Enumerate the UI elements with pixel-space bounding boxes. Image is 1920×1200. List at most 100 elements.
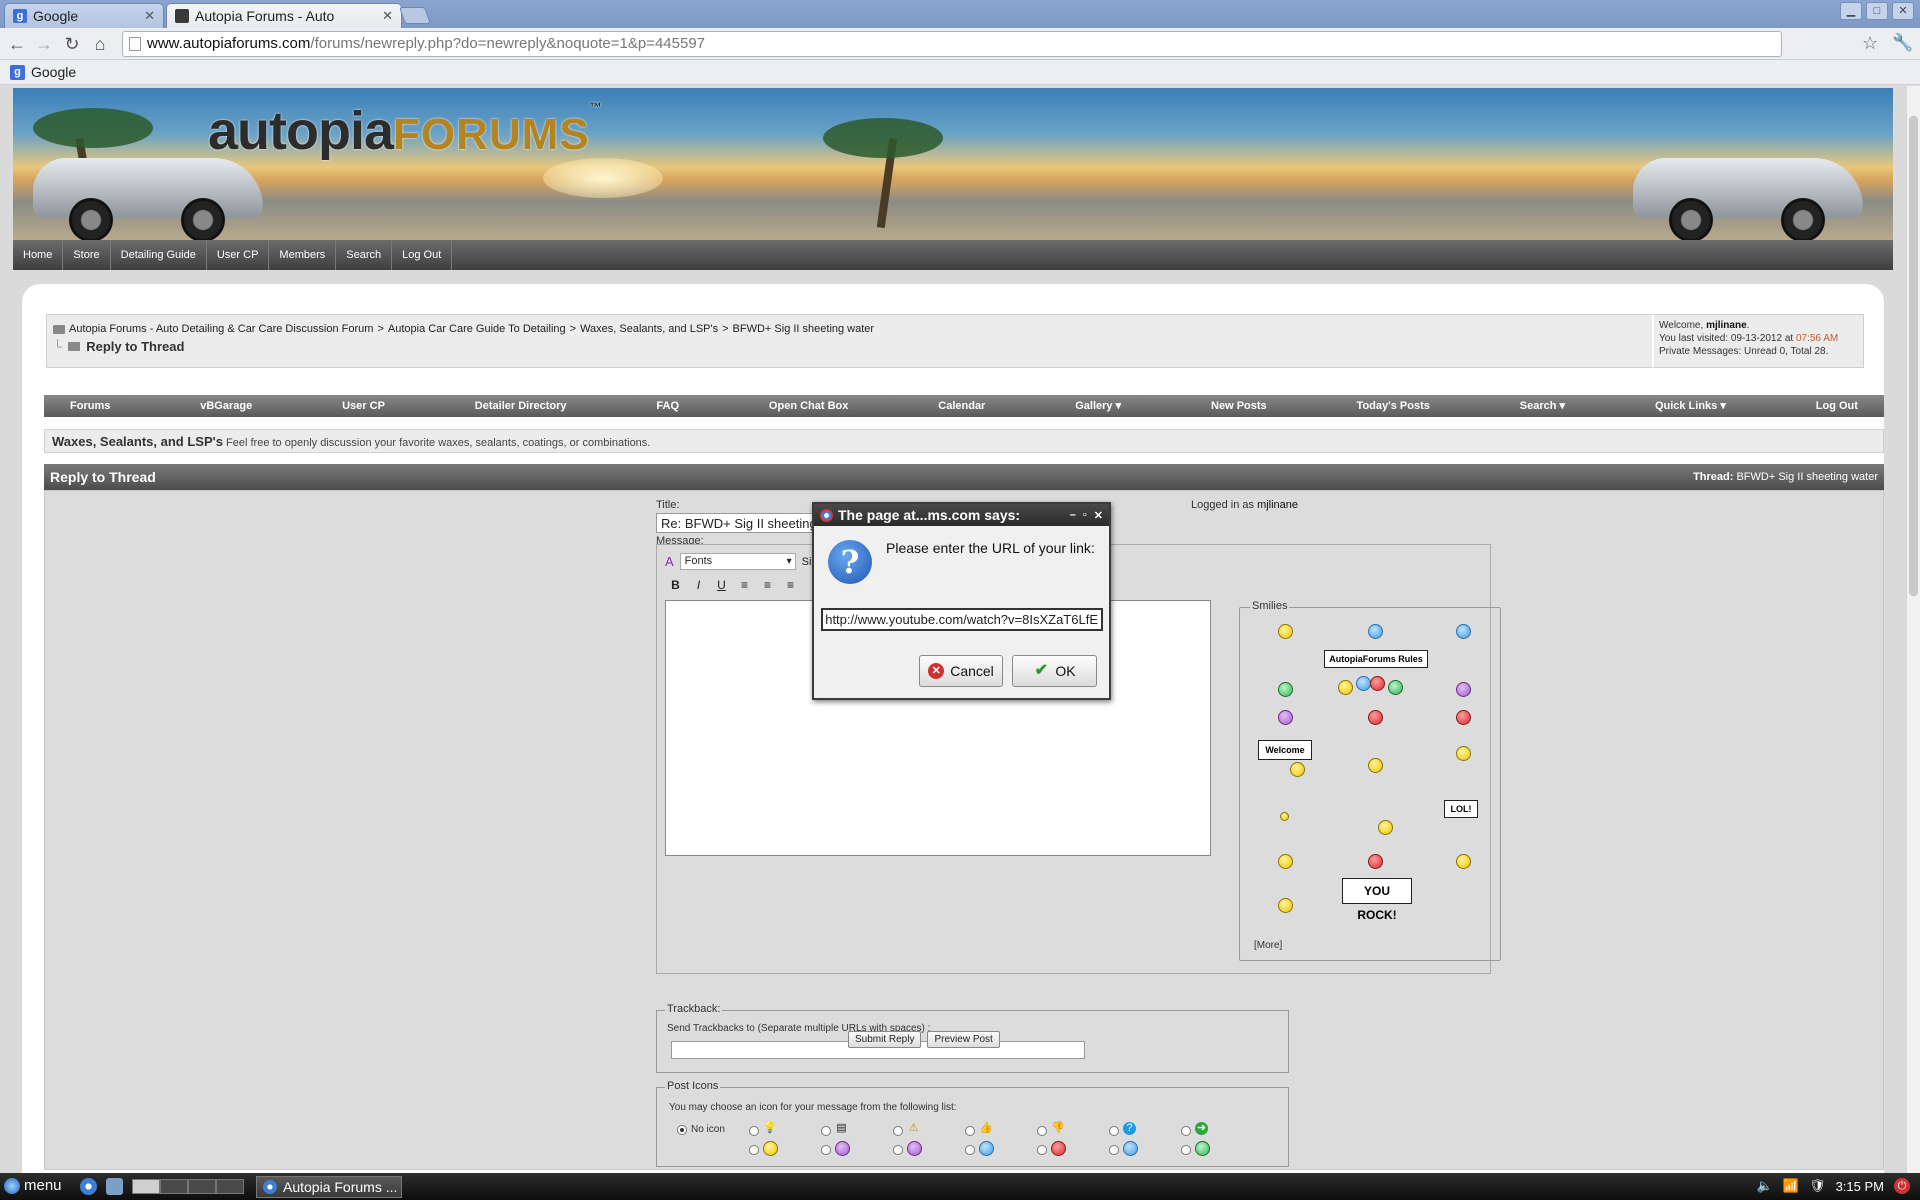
topnav-log-out[interactable]: Log Out [392,240,453,270]
url-input[interactable]: http://www.youtube.com/watch?v=8IsXZaT6L… [821,608,1103,631]
wink-icon[interactable] [1368,624,1383,639]
icon-radio-question[interactable] [1109,1126,1119,1136]
shield-icon[interactable]: 🛡 [1809,1178,1826,1194]
topnav-search[interactable]: Search [336,240,393,270]
happy-icon[interactable] [1456,682,1471,697]
menu-detailer-directory[interactable]: Detailer Directory [475,395,567,417]
dialog-minimize-icon[interactable]: – [1070,509,1076,522]
icon-radio-wink[interactable] [1109,1145,1119,1155]
network-icon[interactable]: 📶 [1783,1178,1799,1194]
topnav-detailing-guide[interactable]: Detailing Guide [111,240,207,270]
dialog-title-bar[interactable]: The page at...ms.com says: – ▫ ✕ [814,504,1109,526]
menu-vbgarage[interactable]: vBGarage [200,395,252,417]
forum-name[interactable]: Waxes, Sealants, and LSP's [52,434,223,449]
sad-icon[interactable] [1278,710,1293,725]
italic-icon[interactable]: I [690,577,707,594]
icon-radio-warning[interactable] [893,1126,903,1136]
new-tab-button[interactable] [398,7,432,24]
breadcrumb-guide[interactable]: Autopia Car Care Guide To Detailing [388,323,566,335]
logged-in-user[interactable]: mjlinane [1257,499,1298,511]
menu-faq[interactable]: FAQ [656,395,679,417]
workspace-3[interactable] [188,1179,216,1194]
icon-radio-thumbs-down[interactable] [1037,1126,1047,1136]
maximize-icon[interactable]: □ [1866,2,1888,20]
forward-icon[interactable]: → [32,32,56,56]
shocked-icon[interactable] [1456,710,1471,725]
breadcrumb-forum[interactable]: Waxes, Sealants, and LSP's [580,323,718,335]
menu-open-chat-box[interactable]: Open Chat Box [769,395,848,417]
grin-icon[interactable] [1278,682,1293,697]
align-center-icon[interactable]: ≡ [759,577,776,594]
icon-radio-happy[interactable] [893,1145,903,1155]
site-logo[interactable]: autopiaFORUMS™ [208,100,602,162]
menu-new-posts[interactable]: New Posts [1211,395,1267,417]
preview-post-button[interactable]: Preview Post [927,1031,1000,1048]
icon-radio-smile[interactable] [749,1145,759,1155]
excited-icon[interactable] [1456,746,1471,761]
surprised-icon[interactable] [1278,898,1293,913]
icon-radio-document[interactable] [821,1126,831,1136]
tab-autopia[interactable]: Autopia Forums - Auto ✕ [166,3,402,28]
workspace-2[interactable] [160,1179,188,1194]
tiny-smile-icon[interactable] [1280,812,1289,821]
dialog-maximize-icon[interactable]: ▫ [1083,509,1087,522]
menu-log-out[interactable]: Log Out [1816,395,1858,417]
breadcrumb-home[interactable]: Autopia Forums - Auto Detailing & Car Ca… [69,323,373,335]
icon-radio-arrow[interactable] [1181,1126,1191,1136]
icon-radio-grin[interactable] [1181,1145,1191,1155]
waving-icon[interactable] [1456,854,1471,869]
bold-icon[interactable]: B [667,577,684,594]
power-icon[interactable]: ⏻ [1894,1178,1910,1194]
topnav-home[interactable]: Home [13,240,64,270]
menu-forums[interactable]: Forums [70,395,110,417]
bookmark-google[interactable]: g Google [10,64,76,80]
close-tab-icon[interactable]: ✕ [382,8,393,24]
start-menu-button[interactable]: menu [4,1177,62,1194]
tab-google[interactable]: g Google ✕ [4,3,164,28]
title-input[interactable]: Re: BFWD+ Sig II sheeting w [656,513,834,533]
switch-editor-mode-icon[interactable]: A [665,554,674,569]
minimize-icon[interactable]: ▁ [1840,2,1862,20]
address-bar[interactable]: www.autopiaforums.com/forums/newreply.ph… [122,31,1782,57]
bookmark-star-icon[interactable]: ☆ [1862,33,1878,54]
menu-todays-posts[interactable]: Today's Posts [1357,395,1430,417]
menu-calendar[interactable]: Calendar [938,395,985,417]
icon-radio-sad[interactable] [821,1145,831,1155]
icon-radio-mad[interactable] [1037,1145,1047,1155]
icon-radio-lightbulb[interactable] [749,1126,759,1136]
back-icon[interactable]: ← [5,32,29,56]
menu-user-cp[interactable]: User CP [342,395,385,417]
you-rock-sign[interactable]: YOU ROCK! [1342,878,1412,922]
more-smilies-link[interactable]: [More] [1254,940,1282,951]
angry-icon[interactable] [1368,854,1383,869]
menu-quick-links[interactable]: Quick Links ▾ [1655,395,1726,417]
topnav-store[interactable]: Store [63,240,111,270]
username[interactable]: mjlinane [1706,320,1747,331]
icon-radio-cool[interactable] [965,1145,975,1155]
volume-icon[interactable]: 🔈 [1757,1178,1773,1194]
mad-icon[interactable] [1368,710,1383,725]
files-launcher-icon[interactable] [106,1178,123,1195]
workspace-4[interactable] [216,1179,244,1194]
fonts-select[interactable]: Fonts [679,553,796,570]
chrome-launcher-icon[interactable] [80,1178,97,1195]
taskbar-window-autopia[interactable]: Autopia Forums ... [256,1176,402,1198]
ok-button[interactable]: ✔ OK [1012,655,1097,687]
align-right-icon[interactable]: ≡ [782,577,799,594]
reload-icon[interactable]: ↻ [60,32,84,56]
close-window-icon[interactable]: ✕ [1892,2,1914,20]
page-scrollbar[interactable] [1906,86,1920,1173]
scrollbar-thumb[interactable] [1909,116,1918,596]
cancel-button[interactable]: ✕ Cancel [919,655,1003,687]
breadcrumb-thread[interactable]: BFWD+ Sig II sheeting water [733,323,875,335]
workspace-1[interactable] [132,1179,160,1194]
rules-sign[interactable]: AutopiaForums Rules [1324,650,1428,668]
underline-icon[interactable]: U [713,577,730,594]
cool-icon[interactable] [1456,624,1471,639]
no-icon-radio[interactable] [677,1125,687,1135]
home-icon[interactable]: ⌂ [88,32,112,56]
topnav-user-cp[interactable]: User CP [207,240,270,270]
submit-reply-button[interactable]: Submit Reply [848,1031,922,1048]
topnav-members[interactable]: Members [269,240,337,270]
align-left-icon[interactable]: ≡ [736,577,753,594]
